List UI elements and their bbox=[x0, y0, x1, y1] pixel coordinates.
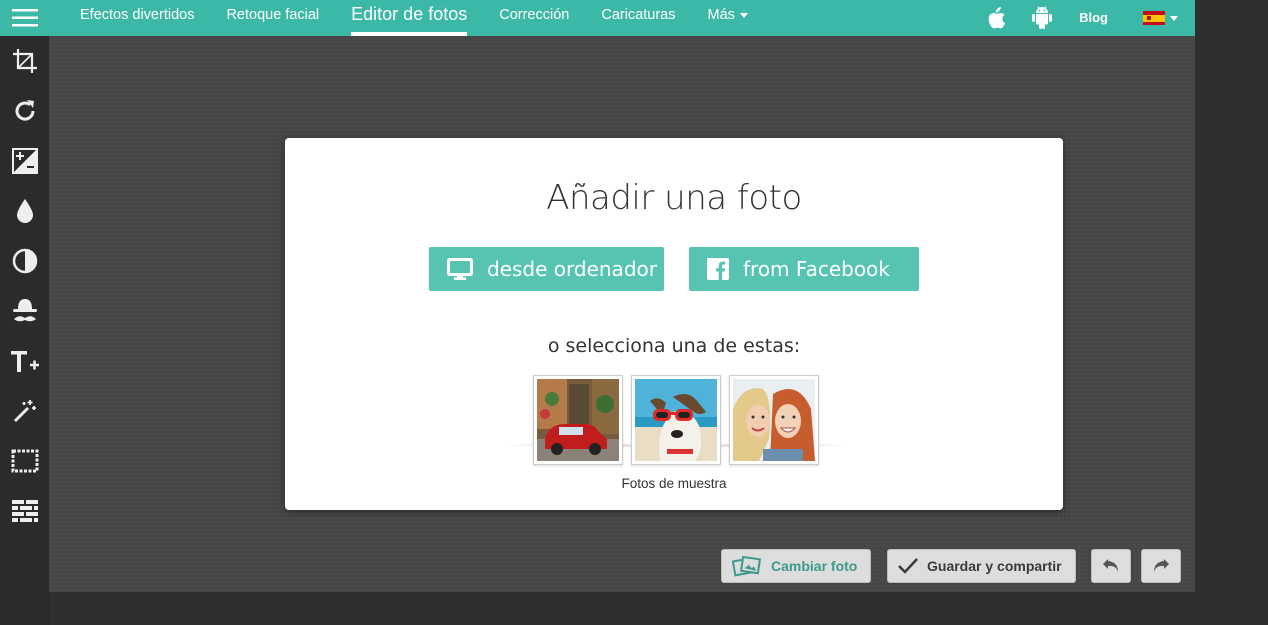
sample-photos-label: Fotos de muestra bbox=[621, 476, 727, 491]
chevron-down-icon bbox=[739, 12, 748, 18]
frame-icon[interactable] bbox=[0, 436, 49, 486]
tool-sidebar bbox=[0, 36, 49, 625]
select-sample-prompt: o selecciona una de estas: bbox=[547, 335, 801, 357]
photos-icon bbox=[732, 554, 762, 578]
app-window: Efectos divertidos Retoque facial Editor… bbox=[0, 0, 1195, 592]
upload-from-facebook-label: from Facebook bbox=[743, 257, 890, 281]
language-selector[interactable] bbox=[1143, 11, 1178, 25]
nav-item-retoque-facial[interactable]: Retoque facial bbox=[210, 0, 335, 36]
crop-icon[interactable] bbox=[0, 36, 49, 86]
undo-icon bbox=[1102, 558, 1120, 574]
hat-mustache-icon[interactable] bbox=[0, 286, 49, 336]
undo-button[interactable] bbox=[1091, 549, 1131, 583]
nav-item-mas[interactable]: Más bbox=[691, 0, 763, 36]
sample-photo-dog-sunglasses[interactable] bbox=[631, 375, 721, 465]
apple-icon[interactable] bbox=[973, 0, 1019, 36]
spain-flag-icon bbox=[1143, 11, 1165, 25]
add-photo-dialog: Añadir una foto desde ordenador from Fac… bbox=[285, 138, 1063, 510]
upload-from-computer-label: desde ordenador bbox=[487, 257, 657, 281]
sample-photo-red-car[interactable] bbox=[533, 375, 623, 465]
chevron-down-icon bbox=[1170, 15, 1178, 21]
contrast-icon[interactable] bbox=[0, 236, 49, 286]
main-nav: Efectos divertidos Retoque facial Editor… bbox=[64, 0, 764, 36]
right-nav: Blog bbox=[973, 0, 1195, 36]
change-photo-label: Cambiar foto bbox=[771, 558, 858, 574]
blog-link[interactable]: Blog bbox=[1079, 0, 1108, 36]
save-and-share-label: Guardar y compartir bbox=[927, 558, 1062, 574]
upload-from-facebook-button[interactable]: from Facebook bbox=[689, 247, 919, 291]
nav-item-mas-label: Más bbox=[707, 7, 735, 23]
nav-item-editor-de-fotos[interactable]: Editor de fotos bbox=[335, 0, 483, 36]
save-and-share-button[interactable]: Guardar y compartir bbox=[887, 549, 1076, 583]
top-navigation-bar: Efectos divertidos Retoque facial Editor… bbox=[0, 0, 1195, 36]
nav-item-correccion[interactable]: Corrección bbox=[483, 0, 585, 36]
facebook-icon bbox=[707, 258, 729, 280]
texture-icon[interactable] bbox=[0, 486, 49, 536]
redo-button[interactable] bbox=[1141, 549, 1181, 583]
add-text-icon[interactable] bbox=[0, 336, 49, 386]
nav-item-caricaturas[interactable]: Caricaturas bbox=[585, 0, 691, 36]
menu-icon[interactable] bbox=[0, 0, 49, 36]
magic-wand-icon[interactable] bbox=[0, 386, 49, 436]
rotate-icon[interactable] bbox=[0, 86, 49, 136]
sample-photos bbox=[533, 375, 819, 465]
nav-item-efectos-divertidos[interactable]: Efectos divertidos bbox=[64, 0, 210, 36]
dialog-title: Añadir una foto bbox=[546, 178, 802, 218]
upload-from-computer-button[interactable]: desde ordenador bbox=[429, 247, 664, 291]
checkmark-icon bbox=[898, 558, 918, 574]
monitor-icon bbox=[447, 258, 473, 280]
change-photo-button[interactable]: Cambiar foto bbox=[721, 549, 871, 583]
color-drop-icon[interactable] bbox=[0, 186, 49, 236]
sample-photo-two-women[interactable] bbox=[729, 375, 819, 465]
exposure-icon[interactable] bbox=[0, 136, 49, 186]
redo-icon bbox=[1152, 558, 1170, 574]
android-icon[interactable] bbox=[1019, 0, 1065, 36]
